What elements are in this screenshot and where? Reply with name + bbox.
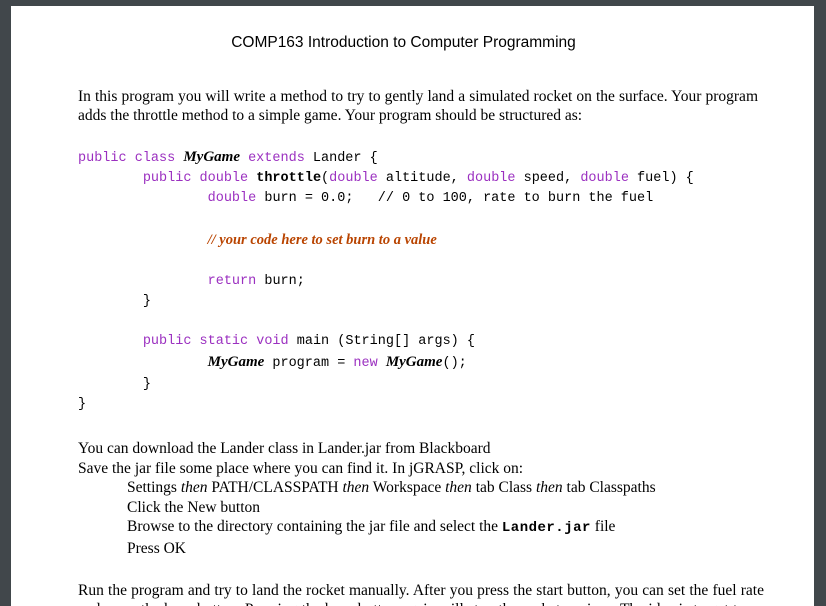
code-token-plain: speed, <box>523 171 581 187</box>
code-token-keyword: extends <box>239 151 313 166</box>
code-token-todo-comment: // your code here to set burn to a value <box>207 231 437 248</box>
code-line: public static void main (String[] args) … <box>78 332 814 352</box>
code-token-plain: program = <box>264 356 354 372</box>
setup-instructions: You can download the Lander class in Lan… <box>11 439 814 558</box>
code-token-keyword: double <box>580 171 638 187</box>
instruction-line: Settings then PATH/CLASSPATH then Worksp… <box>78 478 814 498</box>
code-token-keyword: return <box>207 273 265 289</box>
code-token-plain: fuel) { <box>637 171 694 187</box>
code-token-keyword: public static void <box>142 334 297 350</box>
instruction-text: Workspace <box>369 479 446 497</box>
code-token-keyword: double <box>329 171 386 187</box>
code-line: double burn = 0.0; // 0 to 100, rate to … <box>78 189 814 209</box>
instruction-text: Browse to the directory containing the j… <box>127 518 502 536</box>
closing-paragraph: Run the program and try to land the rock… <box>78 582 764 606</box>
document-viewer: COMP163 Introduction to Computer Program… <box>0 0 826 606</box>
instruction-text: file <box>590 518 616 536</box>
instruction-text: Click the New button <box>127 498 261 516</box>
instruction-line: Click the New button <box>78 498 814 518</box>
instruction-text: tab Class <box>471 479 536 497</box>
code-token-keyword: double <box>207 191 265 207</box>
code-token-plain: main (String[] args) { <box>296 334 475 350</box>
code-line: return burn; <box>78 272 814 292</box>
code-token-plain: burn; <box>264 273 305 289</box>
instruction-line: You can download the Lander class in Lan… <box>78 439 814 459</box>
code-token-bold-identifier: throttle <box>256 171 322 187</box>
instruction-text: Save the jar file some place where you c… <box>78 459 524 477</box>
code-token-plain: burn = 0.0; // 0 to 100, rate to burn th… <box>264 191 654 207</box>
code-line: } <box>78 395 814 415</box>
code-token-plain: } <box>78 396 87 412</box>
code-token-keyword: new <box>353 356 386 372</box>
code-token-plain: } <box>142 294 151 310</box>
code-line: } <box>78 375 814 395</box>
instruction-line: Press OK <box>78 539 814 559</box>
code-line: public double throttle(double altitude, … <box>78 169 814 189</box>
instruction-text: Press OK <box>127 539 186 557</box>
instruction-text: then <box>445 479 472 497</box>
instruction-text: then <box>180 479 208 497</box>
page-content: COMP163 Introduction to Computer Program… <box>11 34 814 606</box>
instruction-text: then <box>342 479 370 497</box>
code-token-keyword: double <box>466 171 524 187</box>
instruction-text: Lander.jar <box>501 520 591 537</box>
code-line: public class MyGame extends Lander { <box>78 147 814 169</box>
code-sample: public class MyGame extends Lander { pub… <box>11 147 814 415</box>
code-line: } <box>78 292 814 312</box>
code-token-plain: Lander { <box>312 151 378 166</box>
code-token-classname: MyGame <box>385 354 443 371</box>
code-token-plain: ( <box>321 171 330 187</box>
page-title: COMP163 Introduction to Computer Program… <box>231 34 576 51</box>
document-page: COMP163 Introduction to Computer Program… <box>11 6 814 606</box>
code-token-plain: } <box>142 376 151 392</box>
instruction-text: then <box>535 479 563 497</box>
instruction-text: PATH/CLASSPATH <box>207 479 343 497</box>
code-token-plain: altitude, <box>385 171 467 187</box>
code-line: // your code here to set burn to a value <box>78 230 814 252</box>
instruction-text: tab Classpaths <box>562 479 656 497</box>
instruction-line: Save the jar file some place where you c… <box>78 459 814 479</box>
code-token-keyword: public double <box>142 171 257 187</box>
instruction-line: Browse to the directory containing the j… <box>78 517 814 539</box>
code-token-plain: (); <box>442 356 467 372</box>
instruction-text: Settings <box>127 479 181 497</box>
code-token-classname: MyGame <box>183 149 240 165</box>
intro-paragraph: In this program you will write a method … <box>78 88 758 124</box>
instruction-text: You can download the Lander class in Lan… <box>78 440 491 458</box>
code-line: MyGame program = new MyGame(); <box>78 352 814 374</box>
code-token-classname: MyGame <box>207 354 265 371</box>
code-token-keyword: public class <box>78 151 184 166</box>
